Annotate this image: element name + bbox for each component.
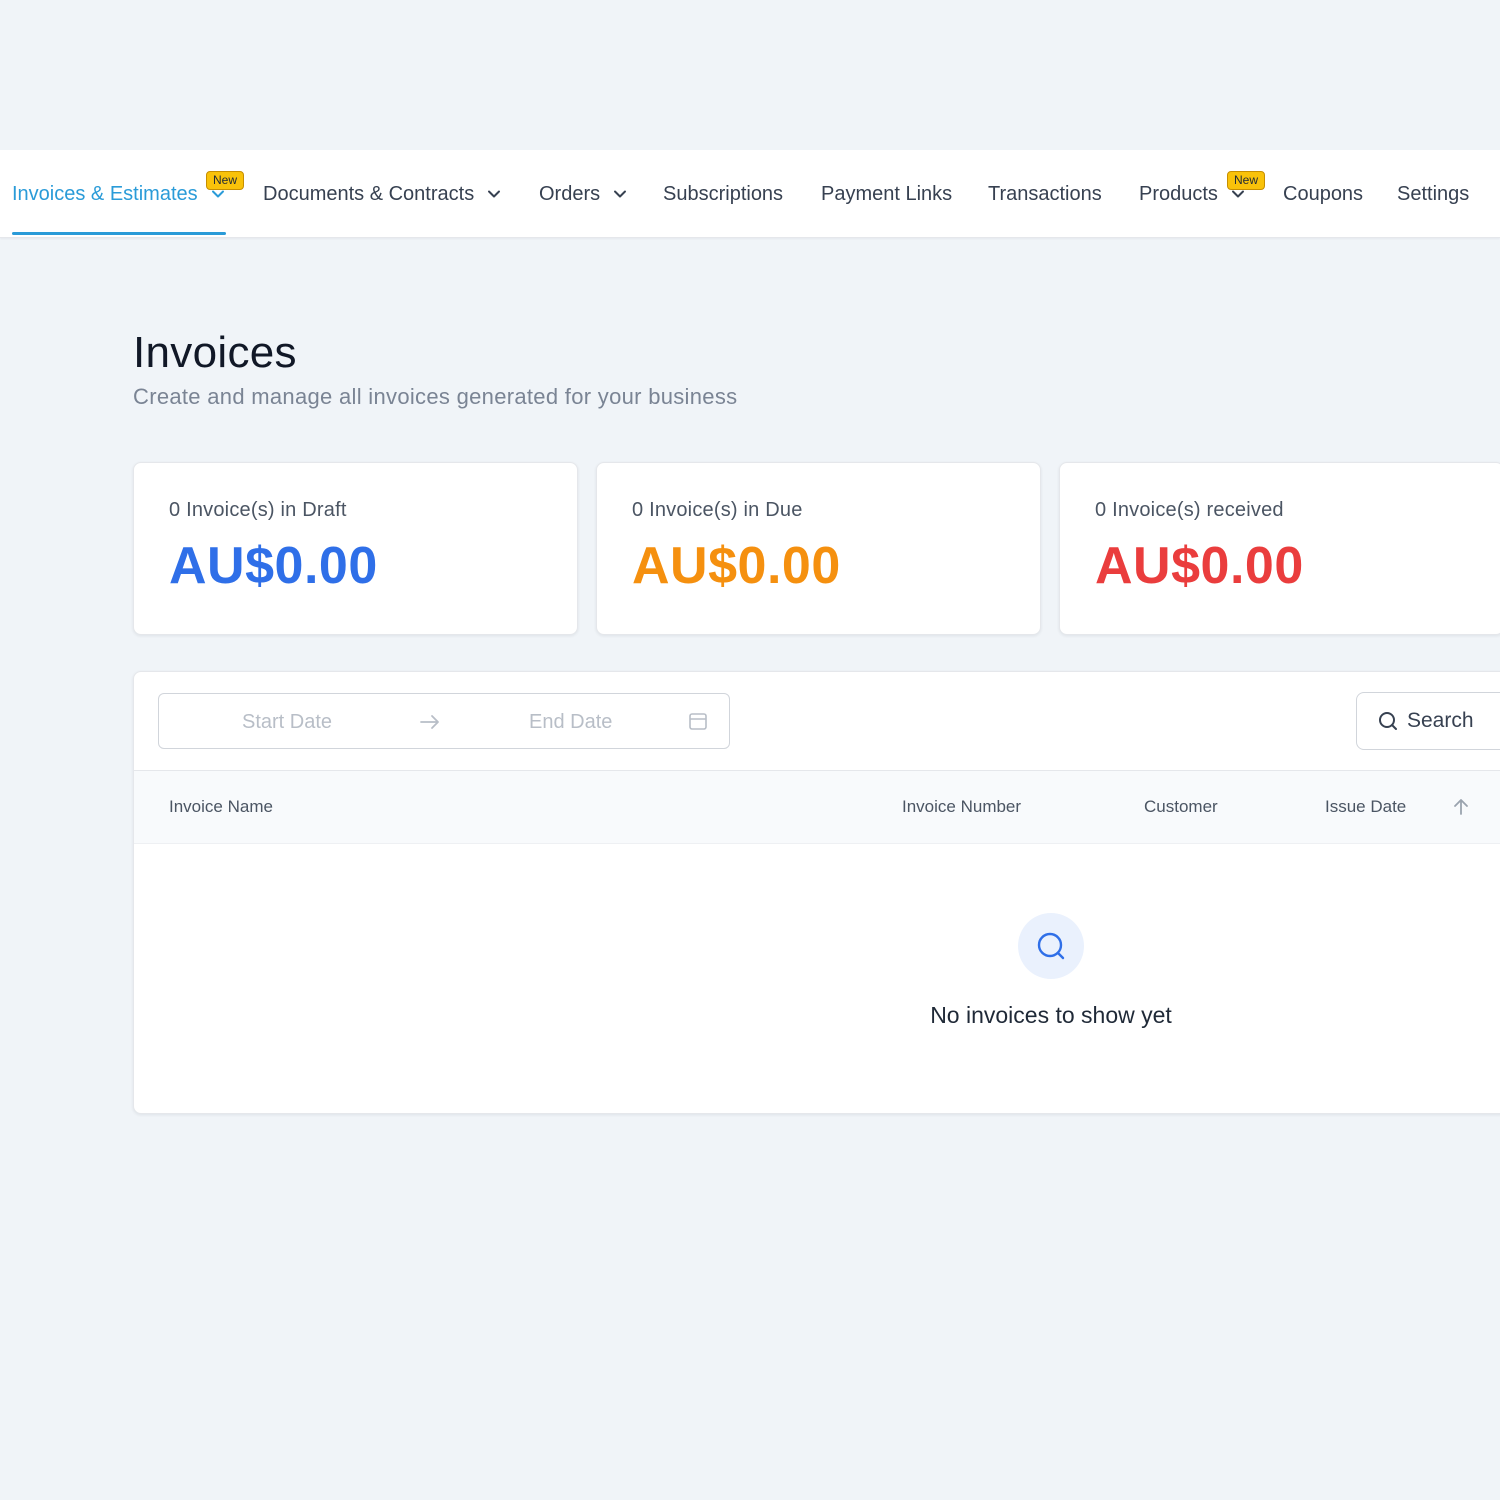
- top-nav: Invoices & Estimates New Documents & Con…: [0, 150, 1500, 238]
- nav-tab-label: Subscriptions: [663, 182, 784, 205]
- nav-tab-label: Orders: [539, 182, 601, 205]
- new-badge: New: [206, 171, 245, 190]
- stat-value: AU$0.00: [632, 537, 841, 595]
- nav-tab-label: Transactions: [988, 182, 1102, 205]
- column-header-invoice-number[interactable]: Invoice Number: [902, 771, 1021, 843]
- invoices-page: Invoices & Estimates New Documents & Con…: [0, 0, 1500, 1500]
- arrow-right-icon: [419, 712, 441, 737]
- column-header-customer[interactable]: Customer: [1144, 771, 1218, 843]
- start-date-input[interactable]: Start Date: [242, 694, 332, 750]
- sort-ascending-icon[interactable]: [1452, 797, 1470, 822]
- stat-card-draft: 0 Invoice(s) in Draft AU$0.00: [133, 462, 578, 635]
- stat-card-due: 0 Invoice(s) in Due AU$0.00: [596, 462, 1041, 635]
- nav-tab-label: Documents & Contracts: [263, 182, 475, 205]
- end-date-input[interactable]: End Date: [529, 694, 612, 750]
- date-range-picker[interactable]: Start Date End Date: [158, 693, 730, 749]
- nav-tab-documents-contracts[interactable]: Documents & Contracts: [263, 150, 502, 238]
- stat-card-received: 0 Invoice(s) received AU$0.00: [1059, 462, 1500, 635]
- search-button[interactable]: Search: [1356, 692, 1500, 750]
- nav-tab-orders[interactable]: Orders: [539, 150, 628, 238]
- calendar-icon[interactable]: [688, 711, 708, 736]
- nav-tab-products[interactable]: Products New: [1139, 150, 1266, 238]
- nav-tab-subscriptions[interactable]: Subscriptions: [663, 150, 783, 238]
- nav-tab-settings[interactable]: Settings: [1397, 150, 1469, 238]
- stat-value: AU$0.00: [169, 537, 378, 595]
- search-icon: [1379, 712, 1397, 730]
- chevron-down-icon: [612, 186, 628, 202]
- invoices-table-panel: Start Date End Date Search Invoice Name …: [133, 671, 1500, 1114]
- column-header-invoice-name[interactable]: Invoice Name: [169, 771, 273, 843]
- nav-tab-coupons[interactable]: Coupons: [1283, 150, 1363, 238]
- search-button-label: Search: [1407, 709, 1474, 732]
- nav-tab-payment-links[interactable]: Payment Links: [821, 150, 952, 238]
- nav-tab-transactions[interactable]: Transactions: [988, 150, 1102, 238]
- stat-value: AU$0.00: [1095, 537, 1304, 595]
- column-header-issue-date[interactable]: Issue Date: [1325, 771, 1406, 843]
- stat-label: 0 Invoice(s) received: [1095, 499, 1284, 521]
- nav-tab-invoices-estimates[interactable]: Invoices & Estimates New: [12, 150, 245, 238]
- nav-tab-label: Payment Links: [821, 182, 953, 205]
- nav-tab-label: Invoices & Estimates: [12, 182, 198, 205]
- nav-tab-label: Coupons: [1283, 182, 1364, 205]
- new-badge: New: [1227, 171, 1266, 190]
- chevron-down-icon: [486, 186, 502, 202]
- page-subtitle: Create and manage all invoices generated…: [133, 384, 738, 409]
- stat-label: 0 Invoice(s) in Due: [632, 499, 803, 521]
- table-header: Invoice Name Invoice Number Customer Iss…: [134, 770, 1500, 844]
- page-title: Invoices: [133, 328, 297, 377]
- empty-state-message: No invoices to show yet: [930, 1002, 1172, 1028]
- nav-tab-label: Products: [1139, 182, 1218, 205]
- nav-tab-label: Settings: [1397, 182, 1470, 205]
- empty-search-icon: [1018, 913, 1084, 979]
- stat-label: 0 Invoice(s) in Draft: [169, 499, 347, 521]
